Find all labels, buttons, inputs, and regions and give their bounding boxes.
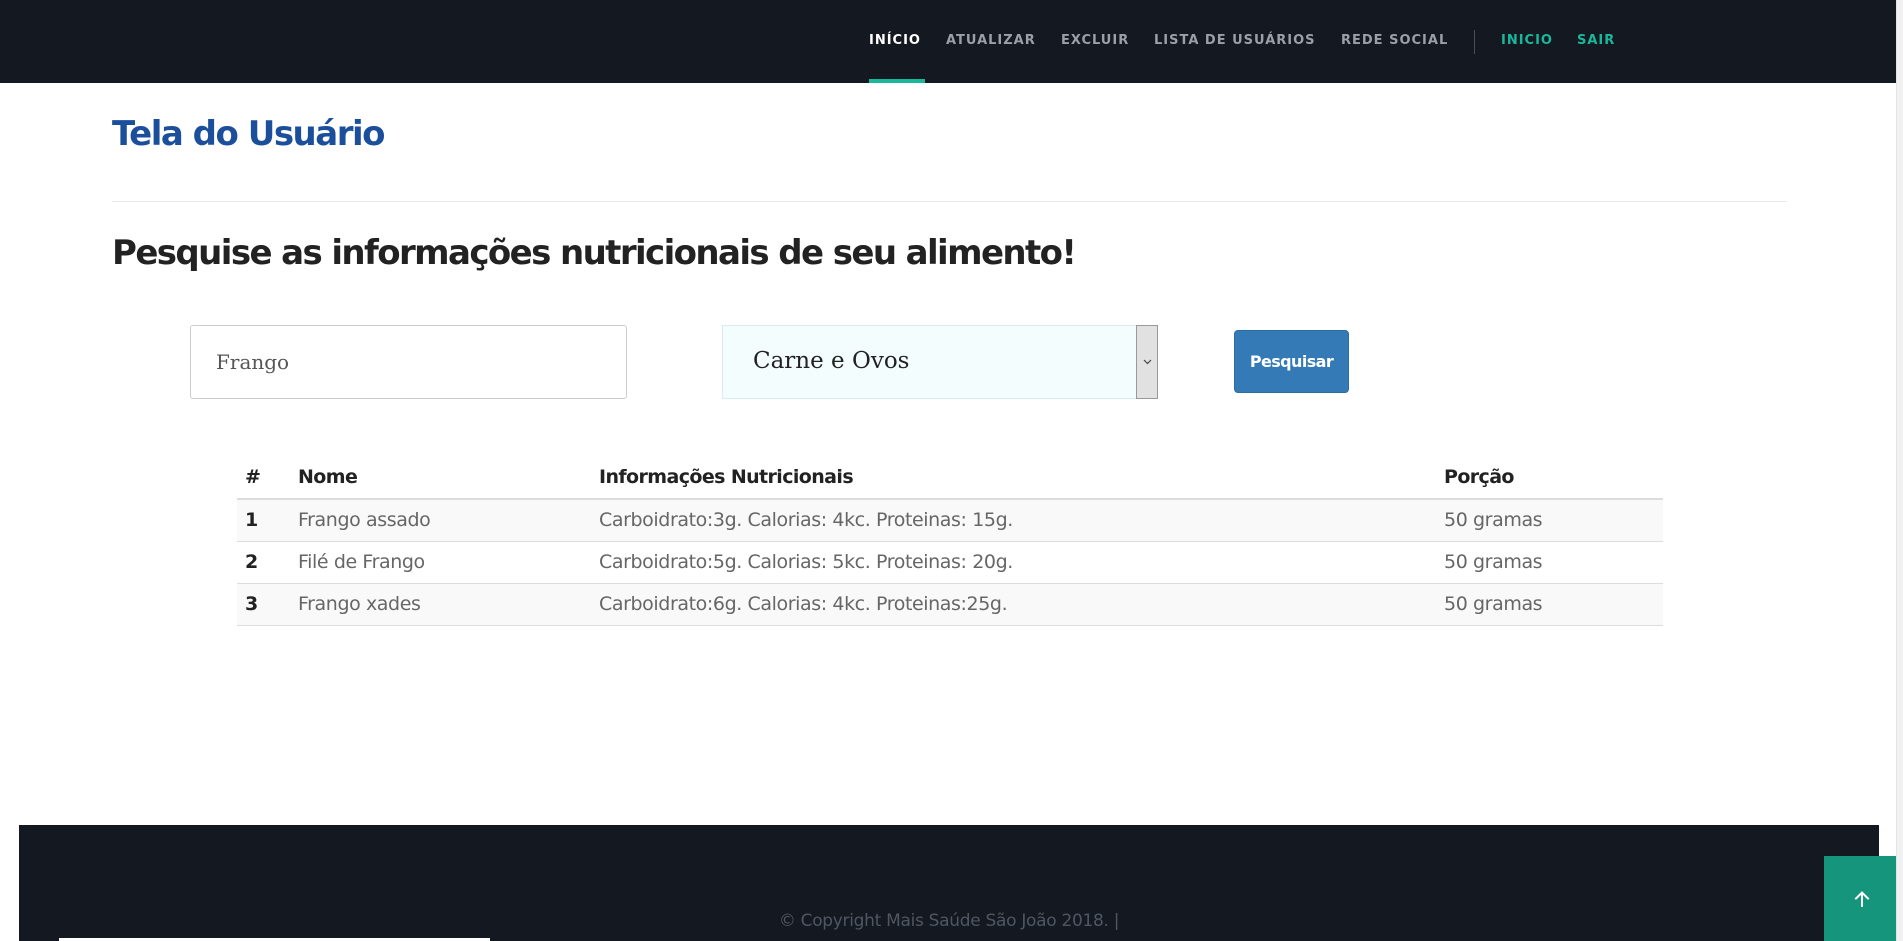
row-informacoes: Carboidrato:5g. Calorias: 5kc. Proteinas… [591,541,1436,584]
search-input[interactable] [190,325,627,399]
category-select[interactable]: Carne e Ovos [722,325,1158,399]
nav-item-rede-social[interactable]: REDE SOCIAL [1341,33,1448,48]
table-row: 3 Frango xades Carboidrato:6g. Calorias:… [237,583,1663,626]
copyright-text: © Copyright Mais Saúde São João 2018. | [778,911,1120,931]
row-nome: Filé de Frango [290,541,591,584]
nav-item-inicio-right[interactable]: INICIO [1501,33,1553,48]
nav-item-atualizar[interactable]: ATUALIZAR [946,33,1036,48]
back-to-top-button[interactable] [1824,856,1899,941]
row-informacoes: Carboidrato:6g. Calorias: 4kc. Proteinas… [591,583,1436,626]
nav-item-excluir[interactable]: EXCLUIR [1061,33,1129,48]
row-porcao: 50 gramas [1436,499,1663,542]
nav-item-sair[interactable]: SAIR [1577,33,1615,48]
row-porcao: 50 gramas [1436,583,1663,626]
row-informacoes: Carboidrato:3g. Calorias: 4kc. Proteinas… [591,499,1436,542]
page-scrollbar[interactable] [1896,0,1903,941]
top-navbar: INÍCIO ATUALIZAR EXCLUIR LISTA DE USUÁRI… [0,0,1903,83]
results-table: # Nome Informações Nutricionais Porção 1… [237,455,1663,626]
footer: © Copyright Mais Saúde São João 2018. | [19,825,1879,941]
search-heading: Pesquise as informações nutricionais de … [112,233,1077,273]
row-porcao: 50 gramas [1436,541,1663,584]
title-divider [112,201,1787,202]
nav-separator [1474,30,1475,54]
category-select-value: Carne e Ovos [753,348,910,374]
row-index: 3 [237,583,290,626]
row-nome: Frango assado [290,499,591,542]
nav-item-lista-de-usuarios[interactable]: LISTA DE USUÁRIOS [1154,33,1316,48]
header-index: # [237,455,290,500]
page-title: Tela do Usuário [112,114,385,154]
table-header-row: # Nome Informações Nutricionais Porção [237,455,1663,500]
arrow-up-icon [1854,890,1869,907]
header-informacoes: Informações Nutricionais [591,455,1436,500]
row-index: 2 [237,541,290,584]
header-nome: Nome [290,455,591,500]
table-row: 2 Filé de Frango Carboidrato:5g. Caloria… [237,541,1663,584]
row-index: 1 [237,499,290,542]
search-button[interactable]: Pesquisar [1234,330,1349,393]
nav-active-indicator [869,79,925,83]
table-row: 1 Frango assado Carboidrato:3g. Calorias… [237,499,1663,542]
header-porcao: Porção [1436,455,1663,500]
chevron-down-icon[interactable] [1136,325,1158,399]
row-nome: Frango xades [290,583,591,626]
nav-item-inicio[interactable]: INÍCIO [869,33,921,48]
